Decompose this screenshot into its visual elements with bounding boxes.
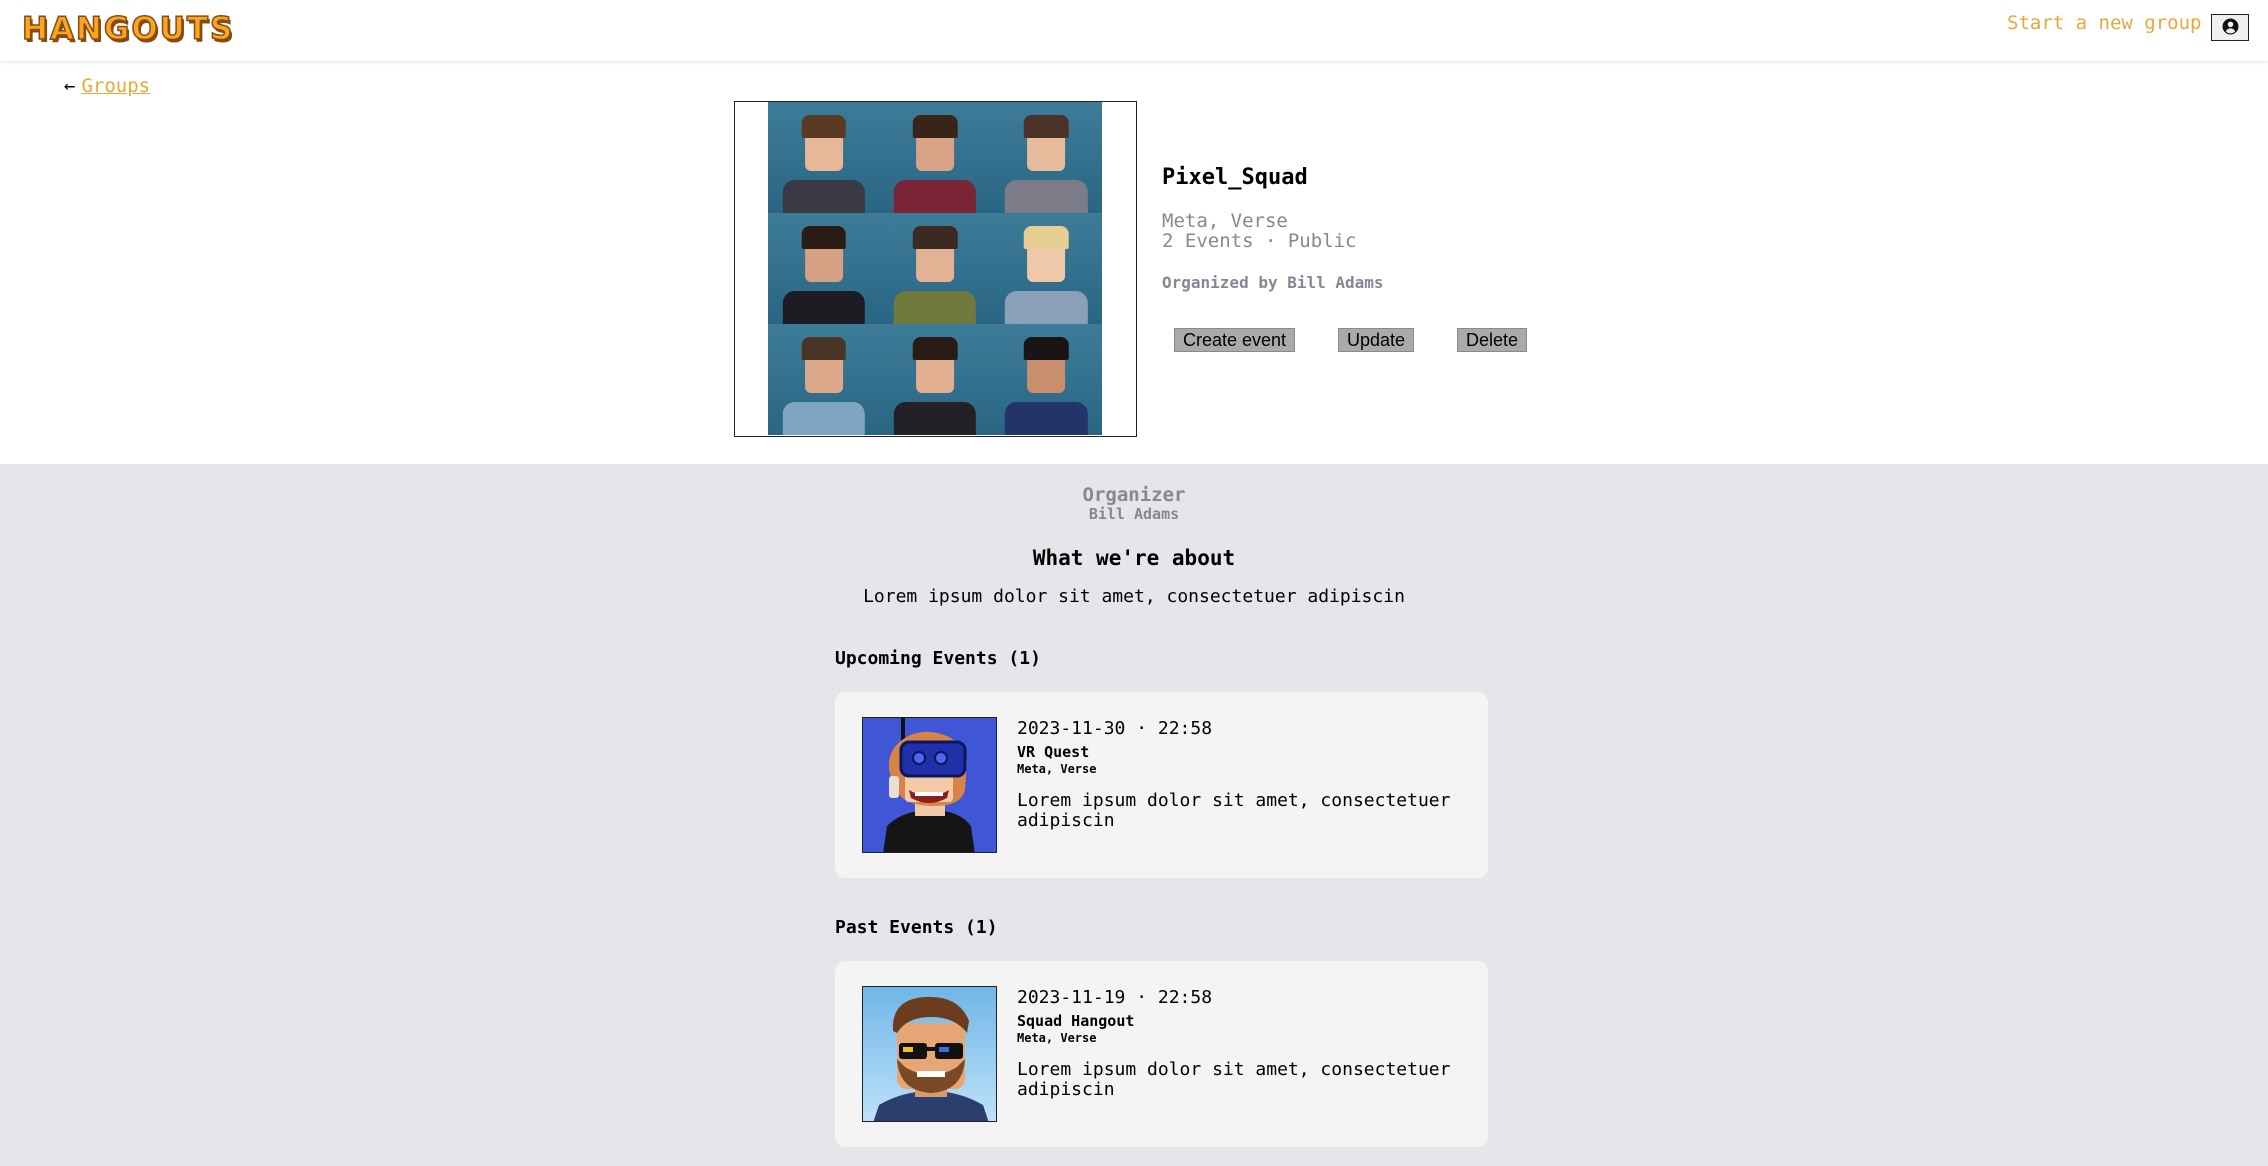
start-new-group-link[interactable]: Start a new group bbox=[2007, 12, 2201, 34]
event-description: Lorem ipsum dolor sit amet, consectetuer… bbox=[1017, 790, 1451, 831]
breadcrumb: ← Groups bbox=[64, 75, 150, 97]
group-organizer-line: Organized by Bill Adams bbox=[1162, 273, 1384, 292]
avatar-portrait bbox=[768, 102, 880, 213]
organizer-name: Bill Adams bbox=[1088, 505, 1180, 523]
event-name[interactable]: Squad Hangout bbox=[1017, 1012, 1134, 1030]
event-description: Lorem ipsum dolor sit amet, consectetuer… bbox=[1017, 1059, 1451, 1100]
groups-link[interactable]: Groups bbox=[81, 75, 150, 97]
event-date: 2023-11-30 · 22:58 bbox=[1017, 718, 1213, 739]
group-details-section: Organizer Bill Adams What we're about Lo… bbox=[0, 464, 2268, 1166]
group-meta: 2 Events · Public bbox=[1162, 230, 1357, 252]
past-events-heading: Past Events (1) bbox=[835, 917, 998, 938]
create-event-button[interactable]: Create event bbox=[1174, 328, 1296, 352]
group-image bbox=[734, 101, 1137, 437]
about-text: Lorem ipsum dolor sit amet, consectetuer… bbox=[863, 586, 1405, 607]
avatar-portrait bbox=[768, 213, 880, 324]
delete-group-button[interactable]: Delete bbox=[1457, 328, 1528, 352]
update-group-button[interactable]: Update bbox=[1338, 328, 1415, 352]
upcoming-events-heading: Upcoming Events (1) bbox=[835, 648, 1041, 669]
avatar-portrait bbox=[879, 324, 991, 435]
event-location: Meta, Verse bbox=[1017, 762, 1097, 776]
avatar-portrait bbox=[768, 324, 880, 435]
profile-menu-button[interactable] bbox=[2211, 14, 2249, 41]
organizer-label: Organizer bbox=[1082, 484, 1186, 506]
event-location: Meta, Verse bbox=[1017, 1031, 1097, 1045]
event-card-past[interactable]: 2023-11-19 · 22:58 Squad Hangout Meta, V… bbox=[835, 961, 1488, 1147]
about-heading: What we're about bbox=[1032, 546, 1236, 570]
avatar-portrait bbox=[990, 102, 1102, 213]
event-date: 2023-11-19 · 22:58 bbox=[1017, 987, 1213, 1008]
event-card-upcoming[interactable]: 2023-11-30 · 22:58 VR Quest Meta, Verse … bbox=[835, 692, 1488, 878]
vr-headset-avatar-image bbox=[862, 717, 997, 853]
top-navbar: HANGOUTS Start a new group bbox=[0, 0, 2268, 61]
group-title: Pixel_Squad bbox=[1162, 165, 1308, 190]
avatar-portrait bbox=[879, 102, 991, 213]
avatar-portrait bbox=[879, 213, 991, 324]
group-avatars-image bbox=[768, 102, 1102, 435]
avatar-portrait bbox=[990, 324, 1102, 435]
back-arrow-icon: ← bbox=[64, 75, 76, 97]
group-location: Meta, Verse bbox=[1162, 210, 1288, 232]
sunglasses-avatar-image bbox=[862, 986, 997, 1122]
user-circle-icon bbox=[2222, 18, 2239, 38]
avatar-portrait bbox=[990, 213, 1102, 324]
hangouts-logo[interactable]: HANGOUTS bbox=[21, 10, 234, 48]
event-name[interactable]: VR Quest bbox=[1017, 743, 1089, 761]
